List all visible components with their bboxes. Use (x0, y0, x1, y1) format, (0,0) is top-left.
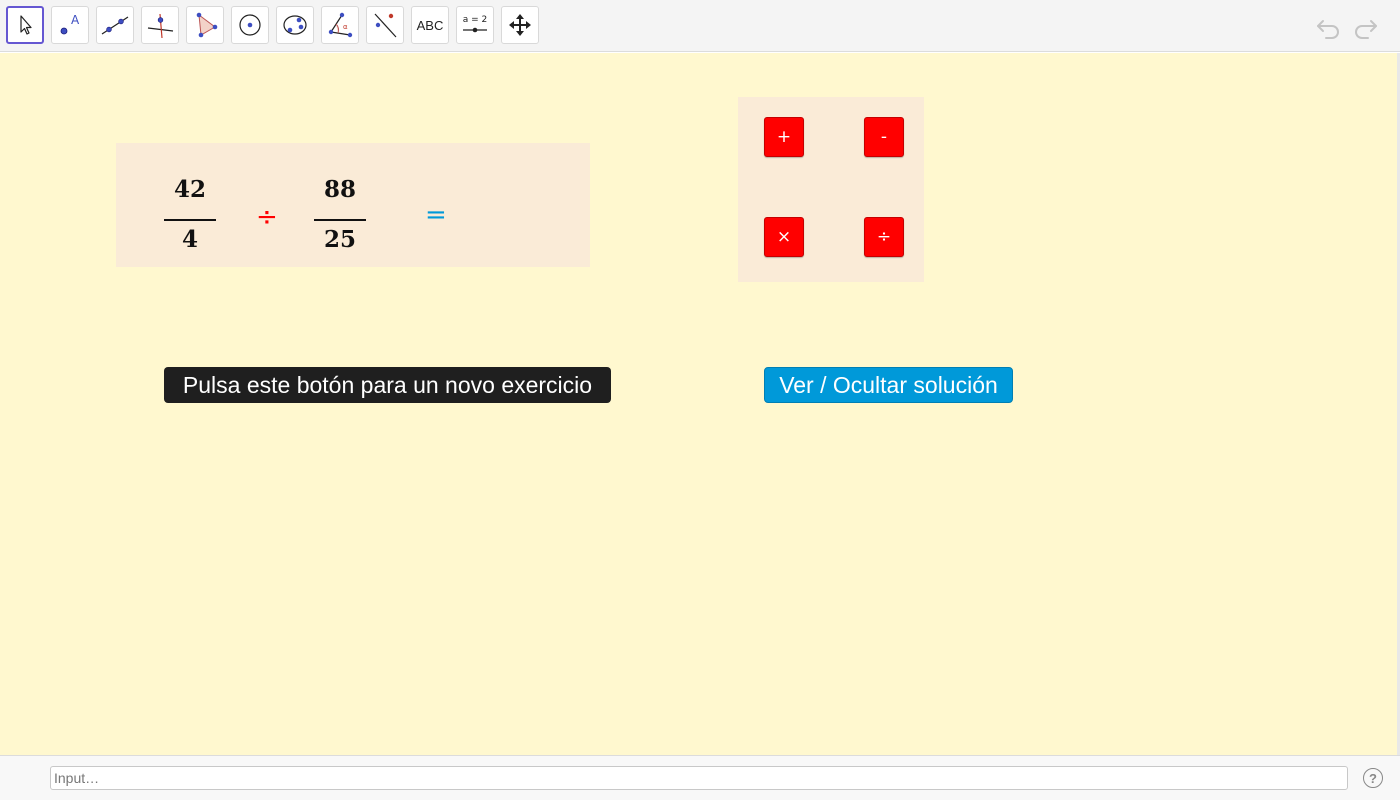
polygon-tool-icon (196, 12, 218, 38)
perpendicular-line-tool-button[interactable] (141, 6, 179, 44)
circle-tool-button[interactable] (231, 6, 269, 44)
toolbar: A α ABC a = 2 (0, 0, 1400, 52)
text-tool-icon: ABC (416, 17, 444, 33)
angle-tool-button[interactable]: α (321, 6, 359, 44)
fraction-2-denominator: 25 (323, 226, 356, 253)
point-tool-button[interactable]: A (51, 6, 89, 44)
undo-button[interactable] (1314, 12, 1344, 42)
polygon-tool-button[interactable] (186, 6, 224, 44)
line-tool-icon (101, 16, 129, 35)
perpendicular-line-tool-icon (147, 13, 174, 39)
fraction-1-numerator: 42 (173, 176, 206, 203)
text-tool-button[interactable]: ABC (411, 6, 449, 44)
move-graphics-view-tool-button[interactable] (501, 6, 539, 44)
slider-tool-icon: a = 2 (463, 15, 488, 33)
fraction-1-denominator: 4 (181, 226, 198, 253)
help-icon[interactable]: ? (1363, 768, 1383, 788)
ellipse-tool-button[interactable] (276, 6, 314, 44)
move-graphics-view-tool-icon (509, 14, 531, 36)
circle-center-point-tool-icon (239, 14, 261, 36)
graphics-view[interactable]: 42 4 ÷ 88 25 = + - × ÷ Pulsa este botón … (0, 53, 1397, 755)
svg-text:A: A (71, 13, 80, 27)
reflect-tool-button[interactable] (366, 6, 404, 44)
add-button[interactable]: + (764, 117, 804, 157)
toggle-solution-button[interactable]: Ver / Ocultar solución (764, 367, 1013, 403)
ellipse-tool-icon (283, 15, 307, 35)
svg-text:α: α (343, 23, 348, 31)
fraction-2-bar (314, 219, 366, 221)
equals-sign: = (425, 200, 447, 230)
operator-sign: ÷ (256, 202, 278, 232)
fraction-2: 88 25 (314, 176, 366, 256)
input-field[interactable] (50, 766, 1348, 790)
slider-tool-label: a = 2 (463, 15, 488, 25)
fraction-1: 42 4 (164, 176, 216, 256)
fraction-2-numerator: 88 (323, 176, 356, 203)
angle-tool-icon: α (328, 12, 353, 38)
redo-icon (1355, 20, 1377, 39)
divide-button[interactable]: ÷ (864, 217, 904, 257)
expression-panel: 42 4 ÷ 88 25 = (116, 143, 590, 267)
move-tool-button[interactable] (6, 6, 44, 44)
slider-tool-button[interactable]: a = 2 (456, 6, 494, 44)
redo-button[interactable] (1350, 12, 1380, 42)
undo-icon (1317, 20, 1339, 39)
fraction-1-bar (164, 219, 216, 221)
multiply-button[interactable]: × (764, 217, 804, 257)
reflect-line-tool-icon (374, 13, 397, 38)
input-bar: ? (0, 755, 1400, 800)
line-tool-button[interactable] (96, 6, 134, 44)
subtract-button[interactable]: - (864, 117, 904, 157)
point-tool-icon: A (60, 13, 80, 35)
new-exercise-button[interactable]: Pulsa este botón para un novo exercicio (164, 367, 611, 403)
move-tool-icon (20, 15, 32, 35)
operations-panel: + - × ÷ (738, 97, 924, 282)
